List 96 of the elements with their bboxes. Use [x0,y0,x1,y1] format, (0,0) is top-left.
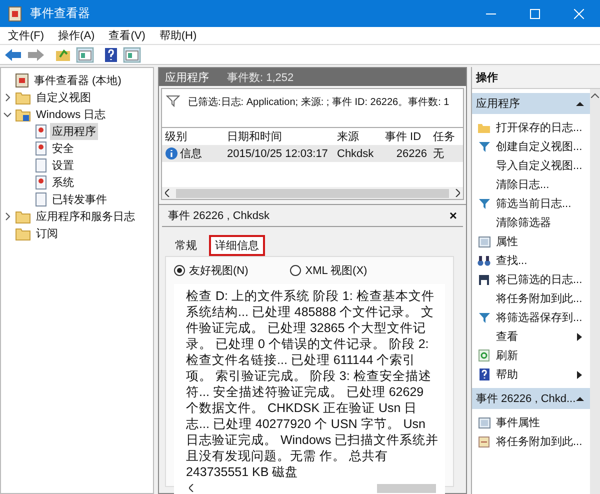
tree-item[interactable]: 安全 [50,140,76,157]
tree-item[interactable]: 订阅 [34,225,60,242]
scroll-left-icon[interactable] [165,189,170,197]
info-icon [165,147,178,160]
pane-icon[interactable] [123,46,141,62]
action-item[interactable]: 帮助 [496,367,577,382]
properties-icon [478,236,490,248]
log-icon [35,124,47,139]
tab[interactable]: 详细信息 [209,235,265,256]
tree-item[interactable]: 系统 [50,174,76,191]
tab[interactable]: 常规 [169,235,203,256]
section-header[interactable]: 应用程序 [472,93,590,114]
help-icon [478,368,490,381]
folder-icon [15,90,31,104]
column-header[interactable]: 事件 ID [382,129,430,144]
refresh-icon [478,349,490,362]
event-viewer-icon [15,73,29,88]
binoculars-icon [477,254,491,266]
column-header[interactable]: 来源 [334,129,382,144]
scroll-right-icon[interactable] [455,189,460,197]
action-item[interactable]: 将筛选器保存到... [496,310,590,325]
window-title: 事件查看器 [30,5,90,22]
action-item[interactable]: 清除日志... [496,177,590,192]
column-header[interactable]: 日期和时间 [224,129,334,144]
expander-icon[interactable] [3,110,12,119]
filter-icon [166,95,180,107]
action-item[interactable]: 事件属性 [496,415,590,430]
log-folder-icon [15,108,31,122]
tree-item[interactable]: 事件查看器 (本地) [32,72,124,89]
back-arrow-icon[interactable] [4,48,22,62]
action-item[interactable]: 清除筛选器 [496,215,590,230]
scroll-up-icon[interactable] [591,93,599,98]
action-item[interactable]: 筛选当前日志... [496,196,590,211]
action-item[interactable]: 将已筛选的日志... [496,272,590,287]
collapse-icon[interactable] [576,100,584,106]
event-message: 检查 D: 上的文件系统 阶段 1: 检查基本文件系统结构... 已处理 485888 个文件记录。 文件验证完成。 已处理 32865 个大型文件记录。 已处理 0 个错误的文件记录。 阶段 2: 检查文件名链接... 已处理 611144 个索引项。 索引验证完成。 阶段 3: 检查安全描述符... 安全描述符验证完成。 已处理 62629 个数据文件。 CHKDSK 正在验证 Usn 日志... 已处理 40277920 个 USN 字节。 Usn 日志验证完成。 Windows 已扫描文件系统并且没有发现问题。无需 作。 总共有 243735551 KB 磁盘 [186,288,439,480]
properties-icon [478,416,490,428]
expander-icon[interactable] [3,212,12,221]
page-icon [35,192,47,207]
close-icon[interactable] [574,8,584,18]
horizontal-scrollbar[interactable] [162,187,463,199]
action-item[interactable]: 将任务附加到此... [496,434,590,449]
tree-item[interactable]: 设置 [50,157,76,174]
folder-up-icon[interactable] [55,48,71,62]
expander-icon[interactable] [3,93,12,102]
menu-item[interactable]: 文件(F) [8,28,44,43]
action-item[interactable]: 属性 [496,234,590,249]
tree-item[interactable]: Windows 日志 [34,106,108,123]
log-icon [35,175,47,190]
column-header[interactable]: 级别 [162,129,224,144]
help-icon[interactable] [104,46,118,62]
event-title: 事件 26226 , Chkdsk [168,209,270,223]
section-header[interactable]: 事件 26226 , Chkd... [472,388,590,409]
tree-item[interactable]: 已转发事件 [50,191,109,208]
app-icon [8,6,22,22]
close-button[interactable]: × [449,210,457,222]
log-name: 应用程序 [165,70,209,84]
filter-icon [478,198,490,210]
menu-item[interactable]: 查看(V) [108,28,146,43]
vertical-scrollbar[interactable] [590,89,600,494]
action-item[interactable]: 打开保存的日志... [496,120,590,135]
log-icon [35,141,47,156]
scroll-left-icon[interactable] [189,484,194,492]
view-radio[interactable]: 友好视图(N) [174,263,248,278]
task-icon [478,436,490,448]
action-item[interactable]: 刷新 [496,348,590,363]
tree-item[interactable]: 应用程序和服务日志 [34,208,137,225]
page-icon [35,158,47,173]
folder-icon [15,226,31,240]
filter-icon [478,312,490,324]
table-cell-text: 26226 [395,148,428,160]
table-cell-text: 无 [432,147,445,161]
view-radio[interactable]: XML 视图(X) [290,263,368,278]
table-cell-text: 2015/10/25 12:03:17 [226,148,329,160]
action-item[interactable]: 查看 [496,329,577,344]
filter-description: 已筛选:日志: Application; 来源: ; 事件 ID: 26226。事件数: 1 [188,96,450,109]
filter-icon [478,140,490,152]
column-header[interactable]: 任务 [430,129,463,144]
tree-item[interactable]: 自定义视图 [34,89,93,106]
maximize-icon[interactable] [530,8,540,18]
folder-icon [477,122,491,134]
folder-icon [15,210,31,224]
action-item[interactable]: 创建自定义视图... [496,139,590,154]
tree-item[interactable]: 应用程序 [50,123,98,140]
table-cell-text: 信息 [180,147,202,161]
menu-item[interactable]: 操作(A) [58,28,95,43]
event-count: 事件数: 1,252 [227,70,294,84]
table-cell-text: Chkdsk [336,148,375,160]
actions-title: 操作 [472,67,600,89]
action-item[interactable]: 导入自定义视图... [496,158,590,173]
action-item[interactable]: 查找... [496,253,590,268]
pane-icon[interactable] [76,46,94,62]
event-row[interactable]: 信息 2015/10/25 12:03:17 Chkdsk 26226 无 [162,145,463,162]
menu-item[interactable]: 帮助(H) [159,28,197,43]
action-item[interactable]: 将任务附加到此... [496,291,590,306]
collapse-icon[interactable] [576,396,584,402]
